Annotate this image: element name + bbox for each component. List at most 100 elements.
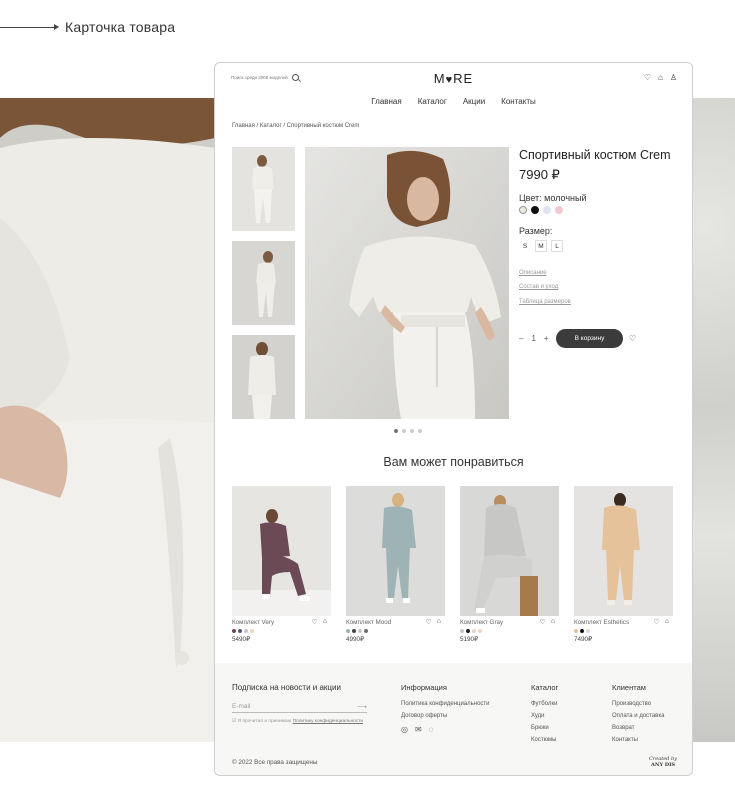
product-card[interactable]: Комплект Gray ♡ ⌂ 5190₽ [460, 486, 559, 646]
color-dot[interactable] [472, 629, 476, 633]
qty-plus-button[interactable]: + [544, 334, 549, 343]
consent-checkbox[interactable]: ☑ Я прочитал и принимаю Политику конфиде… [232, 719, 363, 724]
footer-info-column: Информация Политика конфиденциальности Д… [401, 683, 490, 734]
heart-icon[interactable]: ♡ [644, 73, 651, 82]
color-dot[interactable] [478, 629, 482, 633]
footer-link[interactable]: Брюки [531, 725, 558, 731]
product-card-image[interactable] [460, 486, 559, 616]
email-placeholder[interactable]: E-mail [232, 703, 250, 710]
product-card-price: 5190₽ [460, 636, 479, 643]
product-card-meta: Комплект Esthetics ♡ ⌂ 7490₽ [574, 616, 673, 646]
privacy-link[interactable]: Политику конфиденциальности [293, 719, 363, 724]
bag-icon[interactable]: ⌂ [658, 73, 663, 82]
footer-link[interactable]: Костюмы [531, 737, 558, 743]
color-dot[interactable] [460, 629, 464, 633]
product-card-name[interactable]: Комплект Gray [460, 619, 503, 626]
product-card-name[interactable]: Комплект Mood [346, 619, 391, 626]
footer-link[interactable]: Производство [612, 701, 664, 707]
gallery-dot[interactable] [394, 429, 398, 433]
size-option-l[interactable]: L [551, 240, 563, 252]
color-dot[interactable] [244, 629, 248, 633]
footer-link[interactable]: Политика конфиденциальности [401, 701, 490, 707]
bag-icon[interactable]: ⌂ [437, 618, 441, 626]
product-main-photo[interactable] [305, 147, 509, 419]
product-card[interactable]: Комплект Esthetics ♡ ⌂ 7490₽ [574, 486, 673, 646]
footer-link[interactable]: Худи [531, 713, 558, 719]
subscribe-title: Подписка на новости и акции [232, 683, 341, 692]
size-table-link[interactable]: Таблица размеров [519, 299, 571, 305]
gallery-thumbnail[interactable] [232, 147, 295, 231]
qty-minus-button[interactable]: – [519, 334, 523, 343]
product-card-meta: Комплект Very ♡ ⌂ 5490₽ [232, 616, 331, 646]
nav-item-contacts[interactable]: Контакты [501, 97, 536, 111]
footer-link[interactable]: Футболки [531, 701, 558, 707]
bag-icon[interactable]: ⌂ [323, 618, 327, 626]
background-texture [692, 98, 735, 742]
mail-icon[interactable]: ✉ [415, 725, 422, 734]
instagram-icon[interactable]: ◎ [401, 725, 408, 734]
favorite-heart-icon[interactable]: ♡ [629, 334, 636, 343]
gallery-dot[interactable] [410, 429, 414, 433]
gallery-dots [394, 429, 422, 433]
color-dot[interactable] [352, 629, 356, 633]
size-option-m[interactable]: M [535, 240, 547, 252]
email-field[interactable]: E-mail ⟶ [232, 703, 367, 713]
product-card-image[interactable] [574, 486, 673, 616]
composition-link[interactable]: Состав и уход [519, 284, 558, 290]
consent-text: Я прочитал и принимаю [237, 719, 292, 724]
product-card-actions: ♡ ⌂ [539, 618, 555, 626]
product-card[interactable]: Комплект Mood ♡ ⌂ 4990₽ [346, 486, 445, 646]
size-option-s[interactable]: S [519, 240, 531, 252]
heart-icon[interactable]: ♡ [311, 618, 317, 626]
color-swatch[interactable] [555, 206, 563, 214]
color-swatch[interactable] [519, 206, 527, 214]
heart-icon[interactable]: ♡ [653, 618, 659, 626]
gallery-thumbnail[interactable] [232, 241, 295, 325]
product-card-name[interactable]: Комплект Esthetics [574, 619, 629, 626]
color-swatch[interactable] [543, 206, 551, 214]
product-card-meta: Комплект Gray ♡ ⌂ 5190₽ [460, 616, 559, 646]
bag-icon[interactable]: ⌂ [665, 618, 669, 626]
color-dot[interactable] [580, 629, 584, 633]
footer-link[interactable]: Оплата и доставка [612, 713, 664, 719]
color-swatch[interactable] [531, 206, 539, 214]
product-card-image[interactable] [232, 486, 331, 616]
color-dot[interactable] [238, 629, 242, 633]
user-icon[interactable]: ♙ [670, 73, 677, 82]
color-dot[interactable] [586, 629, 590, 633]
gallery-dot[interactable] [418, 429, 422, 433]
footer-catalog-title: Каталог [531, 683, 559, 692]
bag-icon[interactable]: ⌂ [551, 618, 555, 626]
color-dot[interactable] [346, 629, 350, 633]
color-dot[interactable] [574, 629, 578, 633]
heart-icon[interactable]: ♡ [539, 618, 545, 626]
color-dot[interactable] [250, 629, 254, 633]
whatsapp-icon[interactable]: ◌ [429, 725, 434, 734]
color-dot[interactable] [364, 629, 368, 633]
footer-link[interactable]: Возврат [612, 725, 664, 731]
footer-link[interactable]: Договор оферты [401, 713, 490, 719]
nav-item-catalog[interactable]: Каталог [418, 97, 447, 111]
logo-text-left: M [433, 71, 446, 86]
created-by-name: ANY DIS [651, 762, 676, 768]
product-card-name[interactable]: Комплект Very [232, 619, 274, 626]
description-link[interactable]: Описание [519, 270, 547, 276]
add-to-cart-button[interactable]: В корзину [556, 329, 623, 348]
site-logo[interactable]: M♥RE [215, 71, 692, 86]
color-dot[interactable] [232, 629, 236, 633]
qty-value[interactable]: 1 [531, 334, 535, 343]
submit-arrow-icon[interactable]: ⟶ [357, 703, 367, 711]
copyright: © 2022 Все права защищены [232, 759, 318, 766]
color-dot[interactable] [466, 629, 470, 633]
product-card-image[interactable] [346, 486, 445, 616]
product-card[interactable]: Комплект Very ♡ ⌂ 5490₽ [232, 486, 331, 646]
footer-link[interactable]: Контакты [612, 737, 664, 743]
gallery-thumbnail[interactable] [232, 335, 295, 419]
heart-icon[interactable]: ♡ [425, 618, 431, 626]
nav-item-home[interactable]: Главная [371, 97, 401, 111]
gallery-dot[interactable] [402, 429, 406, 433]
color-dot[interactable] [358, 629, 362, 633]
nav-item-sales[interactable]: Акции [463, 97, 485, 111]
product-price: 7990 ₽ [519, 167, 560, 182]
breadcrumb[interactable]: Главная / Каталог / Спортивный костюм Cr… [232, 123, 359, 129]
